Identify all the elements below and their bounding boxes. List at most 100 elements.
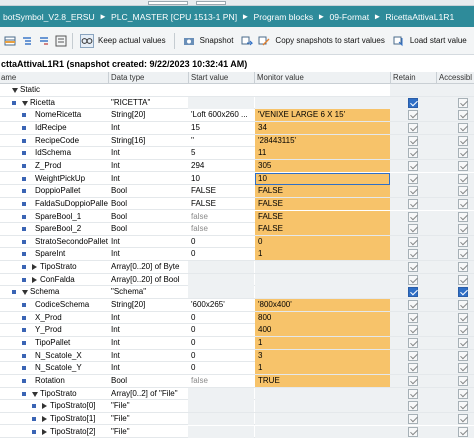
retain-checkbox[interactable] bbox=[408, 401, 418, 412]
row-data-type[interactable]: "File" bbox=[111, 413, 187, 425]
table-row[interactable]: SpareBool_2 Bool false FALSE bbox=[0, 223, 474, 236]
collapse-arrow-icon[interactable] bbox=[22, 290, 28, 296]
retain-checkbox[interactable] bbox=[408, 350, 418, 361]
scrollbar-thumb[interactable] bbox=[148, 1, 188, 5]
row-monitor-value[interactable] bbox=[258, 274, 388, 286]
accessible-checkbox[interactable] bbox=[458, 173, 468, 184]
row-data-type[interactable]: Int bbox=[111, 362, 187, 374]
breadcrumb-item[interactable]: RicettaAttivaL1R1 bbox=[382, 12, 457, 22]
accessible-checkbox[interactable] bbox=[458, 287, 468, 298]
row-start-value[interactable]: 0 bbox=[191, 236, 253, 248]
table-row[interactable]: X_Prod Int 0 800 bbox=[0, 311, 474, 325]
retain-checkbox[interactable] bbox=[408, 274, 418, 285]
table-row[interactable]: NomeRicetta String[20] 'Loft 600x260 ... 'V… bbox=[0, 109, 474, 122]
retain-checkbox[interactable] bbox=[408, 426, 418, 437]
row-name[interactable]: RecipeCode bbox=[35, 135, 108, 147]
row-data-type[interactable]: String[20] bbox=[111, 109, 187, 121]
row-monitor-value[interactable]: 10 bbox=[258, 173, 388, 185]
row-monitor-value[interactable]: 0 bbox=[258, 236, 388, 248]
row-monitor-value[interactable]: FALSE bbox=[258, 223, 388, 235]
row-monitor-value[interactable] bbox=[258, 261, 388, 273]
row-start-value[interactable]: 0 bbox=[191, 350, 253, 362]
row-data-type[interactable]: Bool bbox=[111, 198, 187, 210]
accessible-checkbox[interactable] bbox=[458, 211, 468, 222]
table-row[interactable]: TipoPallet Int 0 1 bbox=[0, 337, 474, 350]
expand-arrow-icon[interactable] bbox=[42, 415, 47, 422]
table-row[interactable]: TipoStrato Array[0..20] of Byte bbox=[0, 261, 474, 274]
accessible-checkbox[interactable] bbox=[458, 122, 468, 133]
table-row[interactable]: Schema "Schema" bbox=[0, 286, 474, 299]
accessible-checkbox[interactable] bbox=[458, 249, 468, 260]
copy-snapshots-button[interactable]: Copy snapshots to start values bbox=[275, 36, 384, 45]
column-header-data-type[interactable]: Data type bbox=[111, 73, 144, 82]
row-data-type[interactable]: Int bbox=[111, 324, 187, 336]
row-data-type[interactable]: "Schema" bbox=[111, 286, 187, 298]
accessible-checkbox[interactable] bbox=[458, 363, 468, 374]
row-name[interactable]: TipoStrato[1] bbox=[50, 413, 108, 425]
accessible-checkbox[interactable] bbox=[458, 110, 468, 121]
row-name[interactable]: SpareBool_1 bbox=[35, 211, 108, 223]
row-name[interactable]: X_Prod bbox=[35, 312, 108, 324]
row-monitor-value[interactable]: 11 bbox=[258, 147, 388, 159]
row-start-value[interactable] bbox=[191, 97, 253, 109]
table-row[interactable]: Static bbox=[0, 84, 474, 97]
accessible-checkbox[interactable] bbox=[458, 262, 468, 273]
row-start-value[interactable]: '' bbox=[191, 135, 253, 147]
row-start-value[interactable]: 0 bbox=[191, 337, 253, 349]
monitor-glasses-icon[interactable] bbox=[80, 33, 94, 48]
table-row[interactable]: N_Scatole_Y Int 0 1 bbox=[0, 362, 474, 375]
table-row[interactable]: TipoStrato Array[0..2] of "File" bbox=[0, 387, 474, 401]
retain-checkbox[interactable] bbox=[408, 388, 418, 399]
scrollbar-thumb-2[interactable] bbox=[196, 1, 226, 5]
row-monitor-value[interactable]: 800 bbox=[258, 312, 388, 324]
accessible-checkbox[interactable] bbox=[458, 135, 468, 146]
breadcrumb-item[interactable]: PLC_MASTER [CPU 1513-1 PN] bbox=[108, 12, 240, 22]
row-monitor-value[interactable] bbox=[258, 84, 388, 96]
accessible-checkbox[interactable] bbox=[458, 224, 468, 235]
table-row[interactable]: IdSchema Int 5 11 bbox=[0, 147, 474, 160]
row-monitor-value[interactable]: '28443115' bbox=[258, 135, 388, 147]
retain-checkbox[interactable] bbox=[408, 249, 418, 260]
row-data-type[interactable]: Bool bbox=[111, 185, 187, 197]
retain-checkbox[interactable] bbox=[408, 186, 418, 197]
row-monitor-value[interactable]: TRUE bbox=[258, 375, 388, 387]
row-data-type[interactable]: Int bbox=[111, 147, 187, 159]
row-monitor-value[interactable]: 3 bbox=[258, 350, 388, 362]
row-start-value[interactable]: false bbox=[191, 211, 253, 223]
row-name[interactable]: FaldaSuDoppioPallet bbox=[35, 198, 108, 210]
row-data-type[interactable]: Int bbox=[111, 337, 187, 349]
accessible-checkbox[interactable] bbox=[458, 186, 468, 197]
row-start-value[interactable]: 0 bbox=[191, 324, 253, 336]
table-row[interactable]: IdRecipe Int 15 34 bbox=[0, 121, 474, 135]
row-name[interactable]: DoppioPallet bbox=[35, 185, 108, 197]
expand-arrow-icon[interactable] bbox=[32, 264, 37, 271]
expand-arrow-icon[interactable] bbox=[42, 428, 47, 435]
snapshot-button[interactable]: Snapshot bbox=[200, 36, 234, 45]
row-data-type[interactable]: String[20] bbox=[111, 299, 187, 311]
retain-checkbox[interactable] bbox=[408, 413, 418, 424]
expand-all-icon[interactable] bbox=[20, 34, 34, 48]
accessible-checkbox[interactable] bbox=[458, 350, 468, 361]
row-start-value[interactable]: 0 bbox=[191, 362, 253, 374]
row-name[interactable]: Schema bbox=[30, 286, 108, 298]
row-monitor-value[interactable] bbox=[258, 426, 388, 438]
row-name[interactable]: TipoStrato bbox=[40, 388, 108, 400]
row-start-value[interactable] bbox=[191, 400, 253, 412]
row-name[interactable]: ConFalda bbox=[40, 274, 108, 286]
expand-arrow-icon[interactable] bbox=[32, 276, 37, 283]
row-start-value[interactable]: FALSE bbox=[191, 198, 253, 210]
table-row[interactable]: Rotation Bool false TRUE bbox=[0, 374, 474, 388]
accessible-checkbox[interactable] bbox=[458, 160, 468, 171]
row-name[interactable]: SpareInt bbox=[35, 248, 108, 260]
row-name[interactable]: Z_Prod bbox=[35, 160, 108, 172]
accessible-checkbox[interactable] bbox=[458, 401, 468, 412]
row-start-value[interactable]: '600x265' bbox=[191, 299, 253, 311]
row-name[interactable]: SpareBool_2 bbox=[35, 223, 108, 235]
row-monitor-value[interactable]: FALSE bbox=[258, 211, 388, 223]
accessible-checkbox[interactable] bbox=[458, 325, 468, 336]
accessible-checkbox[interactable] bbox=[458, 198, 468, 209]
table-row[interactable]: StratoSecondoPallet Int 0 0 bbox=[0, 235, 474, 249]
table-row[interactable]: RecipeCode String[16] '' '28443115' bbox=[0, 134, 474, 148]
row-start-value[interactable]: 0 bbox=[191, 248, 253, 260]
breadcrumb-item[interactable]: Program blocks bbox=[250, 12, 316, 22]
